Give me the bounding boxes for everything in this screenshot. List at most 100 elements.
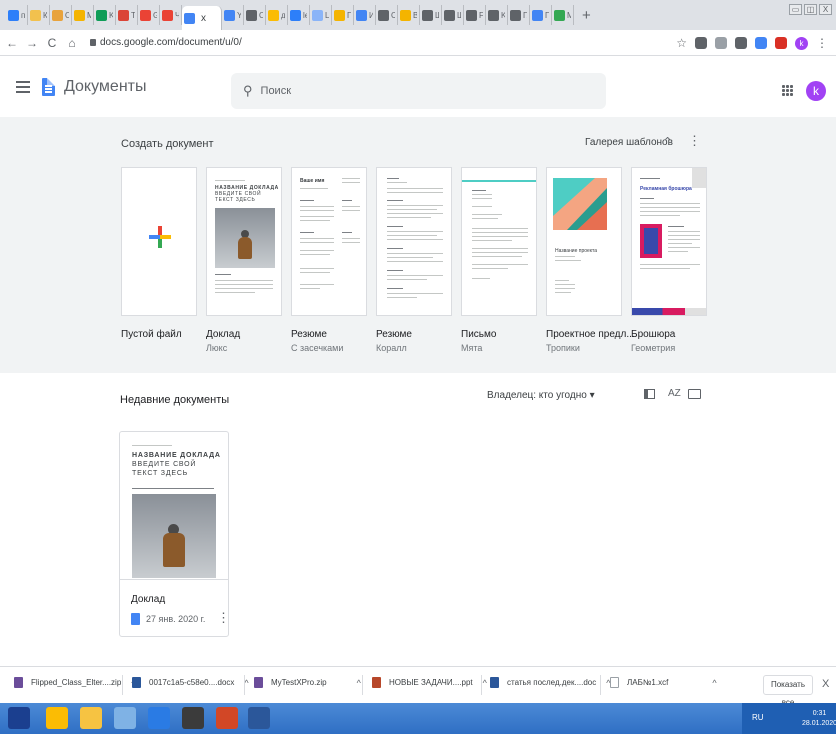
browser-tab[interactable]: Te [116, 5, 138, 25]
browser-tab[interactable]: lea [288, 5, 310, 25]
start-button-icon[interactable] [8, 707, 30, 729]
restore-button[interactable]: ◫ [804, 4, 817, 15]
extension-3-icon[interactable] [735, 37, 747, 49]
browser-tab[interactable]: Ка [28, 5, 50, 25]
recent-documents-title: Недавние документы [120, 394, 230, 406]
template-card-blank[interactable] [121, 167, 197, 316]
app-6-icon[interactable] [182, 707, 204, 729]
extension-1-icon[interactable] [695, 37, 707, 49]
download-options-icon[interactable]: ^ [357, 678, 361, 688]
browser-tab[interactable]: Ka [486, 5, 508, 25]
browser-tab[interactable]: Ka [94, 5, 116, 25]
browser-tab[interactable]: По [530, 5, 552, 25]
download-filename: ЛАБ№1.xcf [627, 678, 669, 687]
forward-button[interactable]: → [24, 36, 40, 50]
main-menu-icon[interactable] [16, 81, 30, 96]
browser-tab[interactable]: Of [50, 5, 72, 25]
google-apps-icon[interactable] [782, 85, 793, 96]
search-icon[interactable]: ⚲ [243, 83, 253, 99]
tab-close-icon[interactable]: x [201, 13, 206, 24]
template-name: Пустой файл [121, 329, 182, 340]
folder-picker-icon[interactable] [688, 389, 701, 399]
browser-tab[interactable]: Gr [138, 5, 160, 25]
url-field[interactable]: docs.google.com/document/u/0/ [90, 37, 242, 48]
browser-tab[interactable]: Вх [398, 5, 420, 25]
browser-tab[interactable]: Ш [420, 5, 442, 25]
home-button[interactable]: ⌂ [64, 36, 80, 50]
powerpoint-app-icon[interactable] [216, 707, 238, 729]
download-item[interactable]: ЛАБ№1.xcf ^ [610, 677, 717, 688]
template-card-project-proposal[interactable]: Название проекта [546, 167, 622, 316]
download-item[interactable]: НОВЫЕ ЗАДАЧИ....ppt ^ [372, 677, 487, 688]
close-downloads-bar-icon[interactable]: X [822, 678, 829, 690]
browser-tab[interactable]: Чe [160, 5, 182, 25]
download-options-icon[interactable]: ^ [244, 678, 248, 688]
browser-tab[interactable]: Ys [222, 5, 244, 25]
owner-filter-dropdown[interactable]: Владелец: кто угодно ▾ [487, 390, 595, 401]
browser-tab[interactable]: Of [244, 5, 266, 25]
extension-4-icon[interactable] [755, 37, 767, 49]
minimize-button[interactable]: ▭ [789, 4, 802, 15]
template-card-brochure[interactable]: Рекламная брошюра [631, 167, 707, 316]
template-card-resume-coral[interactable] [376, 167, 452, 316]
template-card-letter-mint[interactable] [461, 167, 537, 316]
browser-tab[interactable]: Fo [464, 5, 486, 25]
bookmark-star-icon[interactable]: ☆ [676, 37, 687, 49]
browser-menu-icon[interactable]: ⋮ [816, 36, 828, 50]
download-options-icon[interactable]: ^ [483, 678, 487, 688]
app-name[interactable]: Документы [64, 78, 146, 96]
template-card-report[interactable]: НАЗВАНИЕ ДОКЛАДА ВВЕДИТЕ СВОЙ ТЕКСТ ЗДЕС… [206, 167, 282, 316]
tab-favicon-icon [334, 9, 345, 21]
download-filename: НОВЫЕ ЗАДАЧИ....ppt [389, 678, 473, 687]
extension-2-icon[interactable] [715, 37, 727, 49]
tab-favicon-icon [554, 9, 565, 21]
language-indicator[interactable]: RU [752, 713, 764, 722]
gallery-more-icon[interactable]: ⋮ [688, 133, 701, 149]
browser-tab[interactable]: Мс [72, 5, 94, 25]
system-clock[interactable]: 0:31 28.01.2020 [802, 709, 836, 729]
browser-tab[interactable]: Ис [354, 5, 376, 25]
download-options-icon[interactable]: ^ [712, 678, 716, 688]
template-gallery-button[interactable]: Галерея шаблонов [585, 137, 673, 148]
download-item[interactable]: 0017c1a5-c58e0....docx ^ [132, 677, 249, 688]
explorer-app-icon[interactable] [80, 707, 102, 729]
tab-title: Mc [567, 11, 571, 20]
download-item[interactable]: MyTestXPro.zip ^ [254, 677, 361, 688]
app-5-icon[interactable] [148, 707, 170, 729]
browser-tab[interactable]: Гл [508, 5, 530, 25]
browser-tab[interactable]: Las [310, 5, 332, 25]
browser-tab[interactable]: пр [6, 5, 28, 25]
tab-docs-active[interactable]: x [182, 6, 222, 30]
reload-button[interactable]: C [44, 36, 60, 50]
new-tab-button[interactable]: + [582, 7, 591, 24]
list-view-icon[interactable] [644, 389, 655, 399]
back-button[interactable]: ← [4, 36, 20, 50]
tab-title: Чe [175, 11, 179, 20]
browser-tab[interactable]: Ш [442, 5, 464, 25]
extension-5-icon[interactable] [775, 37, 787, 49]
app-4-icon[interactable] [114, 707, 136, 729]
template-card-resume-serif[interactable]: Ваше имя [291, 167, 367, 316]
download-item[interactable]: Flipped_Class_Elter....zip ^ [14, 677, 136, 688]
tab-favicon-icon [246, 9, 257, 21]
download-filename: статья послед.дек....doc [507, 678, 597, 687]
search-input[interactable]: ⚲ Поиск [231, 73, 606, 109]
sort-az-icon[interactable]: AZ [668, 388, 681, 399]
browser-tab[interactable]: Св [376, 5, 398, 25]
template-name: Проектное предл... [546, 329, 635, 340]
browser-profile-avatar[interactable]: k [795, 36, 808, 50]
browser-tab[interactable]: Пе [332, 5, 354, 25]
show-all-downloads-button[interactable]: Показать все [763, 675, 813, 707]
recent-document-card[interactable]: НАЗВАНИЕ ДОКЛАДА ВВЕДИТЕ СВОЙ ТЕКСТ ЗДЕС… [119, 431, 229, 637]
document-more-icon[interactable]: ⋮ [217, 610, 228, 626]
download-item[interactable]: статья послед.дек....doc ^ [490, 677, 611, 688]
expand-collapse-icon[interactable]: ⌃ [663, 135, 672, 148]
account-avatar[interactable]: k [806, 81, 826, 101]
word-app-icon[interactable] [248, 707, 270, 729]
close-window-button[interactable]: X [819, 4, 832, 15]
browser-tab[interactable]: дз [266, 5, 288, 25]
chrome-app-icon[interactable] [46, 707, 68, 729]
browser-tab[interactable]: Mc [552, 5, 574, 25]
docs-logo-icon[interactable] [42, 78, 55, 96]
url-text: docs.google.com/document/u/0/ [100, 37, 242, 48]
